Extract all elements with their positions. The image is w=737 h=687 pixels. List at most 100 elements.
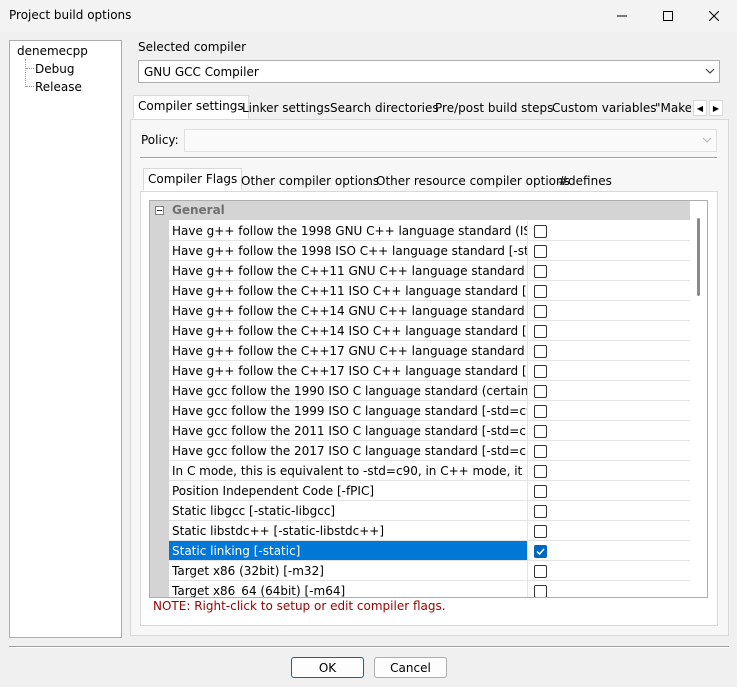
flag-checkbox[interactable] [534, 265, 547, 278]
compiler-select[interactable]: GNU GCC Compiler [138, 60, 720, 83]
arrow-right-icon: ▶ [712, 103, 720, 113]
scrollbar-thumb[interactable] [697, 218, 700, 296]
settings-tabs: Compiler settings Linker settings Search… [130, 95, 729, 119]
table-row[interactable]: Static linking [-static] [150, 541, 690, 561]
policy-select[interactable] [184, 129, 717, 152]
flag-value-cell [528, 281, 690, 301]
tree-item-root[interactable]: denemecpp [17, 44, 88, 58]
tree-item-debug[interactable]: Debug [35, 62, 74, 76]
tab-scroll-right-button[interactable]: ▶ [709, 100, 723, 116]
flag-checkbox[interactable] [534, 325, 547, 338]
flag-checkbox[interactable] [534, 405, 547, 418]
tab-defines[interactable]: #defines [553, 170, 617, 192]
table-row[interactable]: Have g++ follow the C++17 GNU C++ langua… [150, 341, 690, 361]
maximize-icon [663, 11, 673, 21]
table-row[interactable]: Have gcc follow the 1990 ISO C language … [150, 381, 690, 401]
flag-label: Have gcc follow the 2011 ISO C language … [169, 421, 528, 441]
flag-value-cell [528, 321, 690, 341]
flag-checkbox[interactable] [534, 545, 547, 558]
table-row[interactable]: In C mode, this is equivalent to -std=c9… [150, 461, 690, 481]
close-button[interactable] [691, 0, 737, 32]
flag-value-cell [528, 261, 690, 281]
table-row[interactable]: Have g++ follow the C++14 ISO C++ langua… [150, 321, 690, 341]
flag-checkbox[interactable] [534, 365, 547, 378]
compiler-flags-grid[interactable]: General Have g++ follow the 1998 GNU C++… [149, 200, 708, 598]
flag-checkbox[interactable] [534, 485, 547, 498]
tab-scroll-left-button[interactable]: ◀ [693, 100, 707, 116]
tab-other-resource-compiler-options[interactable]: Other resource compiler options [371, 170, 575, 192]
ok-button[interactable]: OK [291, 657, 364, 678]
flag-checkbox[interactable] [534, 525, 547, 538]
flag-checkbox[interactable] [534, 225, 547, 238]
flag-checkbox[interactable] [534, 305, 547, 318]
table-row[interactable]: Have g++ follow the C++11 ISO C++ langua… [150, 281, 690, 301]
tab-make[interactable]: "Make" [650, 97, 692, 119]
tab-linker-settings[interactable]: Linker settings [237, 97, 335, 119]
tab-search-directories[interactable]: Search directories [325, 97, 444, 119]
table-row[interactable]: Have g++ follow the 1998 ISO C++ languag… [150, 241, 690, 261]
tree-connector [26, 68, 34, 69]
tab-custom-variables[interactable]: Custom variables [547, 97, 661, 119]
table-row[interactable]: Have g++ follow the C++14 GNU C++ langua… [150, 301, 690, 321]
table-row[interactable]: Have g++ follow the C++17 ISO C++ langua… [150, 361, 690, 381]
selected-compiler-group: Selected compiler GNU GCC Compiler [130, 40, 729, 92]
maximize-button[interactable] [645, 0, 691, 32]
table-row[interactable]: Have gcc follow the 2017 ISO C language … [150, 441, 690, 461]
checkmark-icon [536, 548, 545, 556]
flag-checkbox[interactable] [534, 425, 547, 438]
flag-checkbox[interactable] [534, 385, 547, 398]
table-row[interactable]: Have gcc follow the 2011 ISO C language … [150, 421, 690, 441]
selected-compiler-label: Selected compiler [138, 40, 247, 54]
compiler-select-value: GNU GCC Compiler [144, 65, 259, 79]
tree-connector [26, 86, 34, 87]
minimize-button[interactable] [599, 0, 645, 32]
flag-checkbox[interactable] [534, 465, 547, 478]
flag-checkbox[interactable] [534, 345, 547, 358]
tab-other-compiler-options[interactable]: Other compiler options [236, 170, 384, 192]
flag-value-cell [528, 381, 690, 401]
tab-pre-post-build-steps[interactable]: Pre/post build steps [430, 97, 558, 119]
table-row[interactable]: Have g++ follow the C++11 GNU C++ langua… [150, 261, 690, 281]
title-bar: Project build options [0, 0, 737, 32]
flag-checkbox[interactable] [534, 565, 547, 578]
table-row[interactable]: Have gcc follow the 1999 ISO C language … [150, 401, 690, 421]
flag-checkbox[interactable] [534, 505, 547, 518]
flag-value-cell [528, 521, 690, 541]
cancel-button[interactable]: Cancel [374, 657, 447, 678]
flag-label: Have g++ follow the 1998 ISO C++ languag… [169, 241, 528, 261]
table-row[interactable]: Static libstdc++ [-static-libstdc++] [150, 521, 690, 541]
table-row[interactable]: Position Independent Code [-fPIC] [150, 481, 690, 501]
category-general[interactable]: General [150, 201, 690, 220]
arrow-left-icon: ◀ [696, 103, 704, 113]
flag-label: Have gcc follow the 1999 ISO C language … [169, 401, 528, 421]
flag-label: Have g++ follow the C++14 GNU C++ langua… [169, 301, 528, 321]
flag-checkbox[interactable] [534, 585, 547, 597]
tree-item-release[interactable]: Release [35, 80, 82, 94]
policy-label: Policy: [141, 133, 179, 147]
flag-label: Static libstdc++ [-static-libstdc++] [169, 521, 528, 541]
window-title: Project build options [9, 8, 132, 22]
tab-compiler-flags[interactable]: Compiler Flags [143, 168, 243, 191]
flag-checkbox[interactable] [534, 245, 547, 258]
table-row[interactable]: Target x86_64 (64bit) [-m64] [150, 581, 690, 597]
flag-label: Target x86_64 (64bit) [-m64] [169, 581, 528, 597]
category-label: General [172, 203, 225, 217]
flag-value-cell [528, 221, 690, 241]
flag-value-cell [528, 441, 690, 461]
table-row[interactable]: Have g++ follow the 1998 GNU C++ languag… [150, 221, 690, 241]
flag-label: Have g++ follow the 1998 GNU C++ languag… [169, 221, 528, 241]
table-row[interactable]: Target x86 (32bit) [-m32] [150, 561, 690, 581]
flag-label: Static linking [-static] [169, 541, 528, 561]
flag-checkbox[interactable] [534, 445, 547, 458]
vertical-scrollbar[interactable] [691, 201, 707, 597]
flag-label: Have g++ follow the C++17 GNU C++ langua… [169, 341, 528, 361]
flag-checkbox[interactable] [534, 285, 547, 298]
flag-label: Target x86 (32bit) [-m32] [169, 561, 528, 581]
tab-compiler-settings[interactable]: Compiler settings [133, 95, 249, 119]
collapse-icon[interactable] [155, 206, 164, 215]
table-row[interactable]: Static libgcc [-static-libgcc] [150, 501, 690, 521]
flag-label: Have g++ follow the C++17 ISO C++ langua… [169, 361, 528, 381]
flag-value-cell [528, 481, 690, 501]
project-tree[interactable]: denemecpp Debug Release [9, 40, 122, 638]
flag-value-cell [528, 461, 690, 481]
